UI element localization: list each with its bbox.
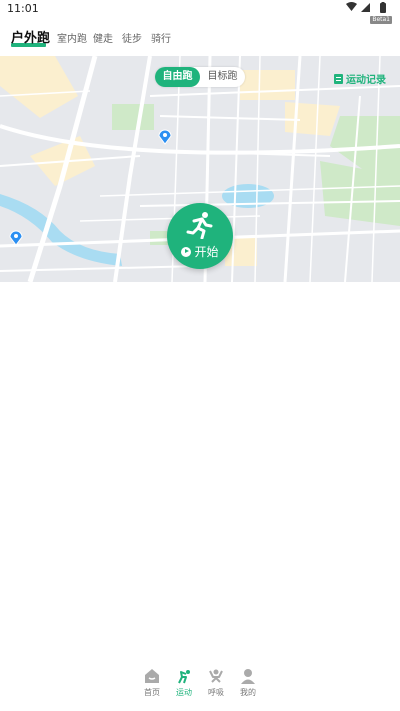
start-workout-button[interactable]: 开始	[167, 203, 233, 269]
status-icons: Beta1	[346, 2, 392, 24]
nav-profile-label: 我的	[240, 688, 256, 697]
tab-indoor-run[interactable]: 室内跑	[57, 30, 87, 45]
status-time: 11:01	[7, 2, 39, 15]
start-text: 开始	[194, 245, 219, 259]
map-view[interactable]: 自由跑 目标跑 运动记录 开始	[0, 56, 400, 282]
breath-icon	[209, 669, 223, 683]
nav-sport-label: 运动	[176, 688, 192, 697]
tab-hike[interactable]: 徒步	[122, 30, 142, 45]
nav-home[interactable]: 首页	[134, 668, 170, 698]
tab-cycling[interactable]: 骑行	[151, 30, 171, 45]
nav-profile[interactable]: 我的	[230, 668, 266, 698]
bottom-navigation: 首页 运动 呼吸 我的	[128, 668, 272, 704]
sport-icon	[178, 670, 190, 684]
run-mode-toggle: 自由跑 目标跑	[155, 67, 245, 87]
running-person-icon	[186, 212, 213, 239]
signal-icon	[361, 3, 370, 12]
map-pin-icon[interactable]	[8, 230, 24, 246]
record-icon	[334, 73, 343, 84]
nav-breath-label: 呼吸	[208, 688, 224, 697]
workout-record-link[interactable]: 运动记录	[334, 71, 386, 86]
nav-sport[interactable]: 运动	[166, 668, 202, 698]
free-run-button[interactable]: 自由跑	[155, 67, 200, 87]
map-pin-icon[interactable]	[157, 129, 173, 145]
home-icon	[145, 669, 159, 683]
goal-run-button[interactable]: 目标跑	[200, 67, 245, 87]
wifi-icon	[346, 2, 357, 11]
status-bar: 11:01 Beta1	[0, 0, 400, 24]
play-icon	[181, 246, 192, 257]
nav-home-label: 首页	[144, 688, 160, 697]
battery-label: Beta1	[370, 16, 392, 24]
nav-breath[interactable]: 呼吸	[198, 668, 234, 698]
sport-type-tabs: 户外跑 室内跑 健走 徒步 骑行	[0, 26, 400, 52]
battery-indicator: Beta1	[370, 2, 392, 24]
start-label: 开始	[167, 243, 233, 260]
battery-icon	[380, 2, 386, 13]
record-link-label: 运动记录	[346, 75, 386, 86]
profile-icon	[241, 669, 255, 684]
tab-outdoor-run[interactable]: 户外跑	[11, 27, 50, 46]
tab-walk[interactable]: 健走	[93, 30, 113, 45]
